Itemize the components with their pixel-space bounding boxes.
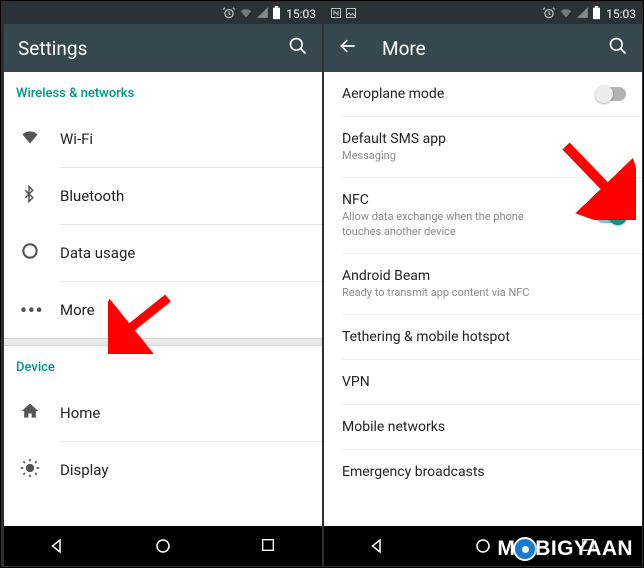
row-mobile-networks[interactable]: Mobile networks [324, 405, 642, 449]
row-data-usage[interactable]: Data usage [4, 225, 322, 281]
section-wireless: Wireless & networks [4, 72, 322, 111]
home-nav-icon[interactable] [154, 537, 172, 555]
nav-bar [4, 526, 322, 566]
row-more[interactable]: ••• More [4, 282, 322, 338]
more-panel: 15:03 More Aeroplane mode Default SMS ap… [324, 4, 642, 566]
label: Default SMS app [342, 131, 626, 147]
clock: 15:03 [286, 7, 316, 21]
search-icon[interactable] [288, 36, 308, 61]
recent-nav-icon[interactable] [260, 537, 278, 555]
watermark-logo-icon [513, 537, 537, 561]
wifi-icon [20, 127, 60, 152]
appbar: More [324, 24, 642, 72]
label: Emergency broadcasts [342, 464, 626, 480]
back-icon[interactable] [338, 36, 358, 61]
alarm-icon [542, 6, 556, 23]
clock: 15:03 [606, 7, 636, 21]
data-usage-icon [20, 241, 60, 266]
row-wifi[interactable]: Wi-Fi [4, 111, 322, 167]
section-device: Device [4, 346, 322, 385]
row-nfc[interactable]: NFC Allow data exchange when the phone t… [324, 178, 642, 253]
display-icon [20, 458, 60, 483]
alarm-icon [222, 6, 236, 23]
nfc-toggle[interactable] [596, 209, 626, 223]
page-title: Settings [18, 37, 288, 60]
label: Display [60, 461, 108, 479]
label: NFC [342, 192, 596, 208]
appbar: Settings [4, 24, 322, 72]
row-aeroplane[interactable]: Aeroplane mode [324, 72, 642, 116]
battery-icon [592, 6, 601, 23]
row-bluetooth[interactable]: Bluetooth [4, 168, 322, 224]
signal-icon [576, 6, 589, 22]
more-horizontal-icon: ••• [20, 299, 60, 322]
label: Bluetooth [60, 187, 124, 205]
label: Aeroplane mode [342, 86, 596, 102]
status-bar: 15:03 [4, 4, 322, 24]
battery-icon [272, 6, 281, 23]
sublabel: Ready to transmit app content via NFC [342, 286, 562, 300]
page-title: More [382, 37, 608, 60]
label: Data usage [60, 244, 135, 262]
label: Android Beam [342, 268, 626, 284]
row-android-beam[interactable]: Android Beam Ready to transmit app conte… [324, 254, 642, 314]
back-nav-icon[interactable] [48, 537, 66, 555]
sublabel: Allow data exchange when the phone touch… [342, 210, 562, 239]
nfc-indicator-icon [330, 7, 342, 22]
row-tethering[interactable]: Tethering & mobile hotspot [324, 315, 642, 359]
sublabel: Messaging [342, 149, 562, 163]
row-default-sms[interactable]: Default SMS app Messaging [324, 117, 642, 177]
label: Wi-Fi [60, 130, 93, 148]
settings-panel: 15:03 Settings Wireless & networks Wi-Fi… [4, 4, 322, 566]
search-icon[interactable] [608, 36, 628, 61]
home-icon [20, 401, 60, 426]
bluetooth-icon [20, 185, 60, 208]
back-nav-icon[interactable] [368, 537, 386, 555]
status-bar: 15:03 [324, 4, 642, 24]
wifi-icon [239, 6, 253, 23]
watermark-post: BIGYAAN [535, 537, 633, 561]
wifi-icon [559, 6, 573, 23]
label: Tethering & mobile hotspot [342, 329, 626, 345]
signal-icon [256, 6, 269, 22]
section-divider [4, 338, 322, 346]
home-nav-icon[interactable] [474, 537, 492, 555]
image-icon [345, 7, 357, 22]
row-vpn[interactable]: VPN [324, 360, 642, 404]
row-home[interactable]: Home [4, 385, 322, 441]
aeroplane-toggle[interactable] [596, 87, 626, 101]
label: VPN [342, 374, 626, 390]
row-emergency[interactable]: Emergency broadcasts [324, 450, 642, 494]
label: More [60, 301, 95, 319]
row-display[interactable]: Display [4, 442, 322, 498]
label: Home [60, 404, 100, 422]
label: Mobile networks [342, 419, 626, 435]
watermark: M BIGYAAN [497, 537, 633, 561]
